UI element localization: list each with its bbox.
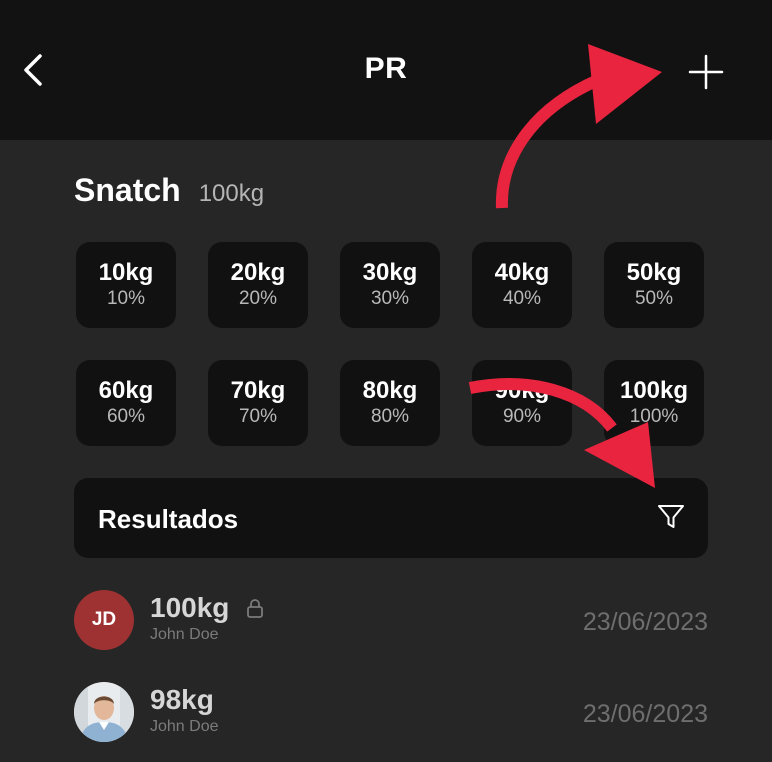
percentage-tile[interactable]: 60kg 60% — [76, 360, 176, 446]
percentage-tile[interactable]: 80kg 80% — [340, 360, 440, 446]
page-title: PR — [364, 52, 408, 85]
tile-percent: 10% — [106, 288, 146, 309]
result-weight: 98kg — [150, 684, 214, 715]
avatar — [74, 682, 134, 742]
tile-percent: 40% — [502, 288, 542, 309]
tile-percent: 80% — [370, 406, 410, 427]
percentage-tile[interactable]: 40kg 40% — [472, 242, 572, 328]
results-title: Resultados — [98, 504, 239, 534]
lift-name: Snatch — [74, 172, 181, 208]
plus-icon[interactable] — [688, 54, 724, 90]
result-user: John Doe — [150, 718, 219, 735]
filter-icon[interactable] — [656, 502, 686, 532]
tile-percent: 100% — [629, 406, 679, 427]
tile-weight: 10kg — [98, 259, 154, 286]
tile-weight: 100kg — [619, 377, 689, 404]
tile-percent: 90% — [502, 406, 542, 427]
tile-weight: 70kg — [230, 377, 286, 404]
result-user: John Doe — [150, 626, 219, 643]
lift-pr-value: 100kg — [198, 180, 265, 207]
avatar: JD — [74, 590, 134, 650]
percentage-tile[interactable]: 10kg 10% — [76, 242, 176, 328]
lock-icon — [247, 599, 263, 618]
tile-weight: 60kg — [98, 377, 154, 404]
tile-percent: 50% — [634, 288, 674, 309]
tile-percent: 20% — [238, 288, 278, 309]
tile-weight: 50kg — [626, 259, 682, 286]
top-bar: PR — [0, 0, 772, 140]
tile-weight: 80kg — [362, 377, 418, 404]
percentage-tile[interactable]: 90kg 90% — [472, 360, 572, 446]
percentage-tile[interactable]: 70kg 70% — [208, 360, 308, 446]
result-date: 23/06/2023 — [582, 608, 708, 636]
result-item[interactable]: JD 100kg John Doe 23/06/2023 — [74, 590, 708, 652]
result-item[interactable]: 98kg John Doe 23/06/2023 — [74, 682, 708, 744]
result-date: 23/06/2023 — [582, 700, 708, 728]
tile-weight: 40kg — [494, 259, 550, 286]
result-weight: 100kg — [150, 592, 230, 623]
percentage-tile[interactable]: 50kg 50% — [604, 242, 704, 328]
lift-heading: Snatch 100kg — [74, 172, 264, 209]
tile-percent: 70% — [238, 406, 278, 427]
tile-weight: 20kg — [230, 259, 286, 286]
percentage-tile[interactable]: 100kg 100% — [604, 360, 704, 446]
results-header: Resultados — [74, 478, 708, 558]
percentage-tile[interactable]: 30kg 30% — [340, 242, 440, 328]
percentage-tile[interactable]: 20kg 20% — [208, 242, 308, 328]
tile-percent: 30% — [370, 288, 410, 309]
tile-percent: 60% — [106, 406, 146, 427]
tile-weight: 90kg — [494, 377, 550, 404]
tile-weight: 30kg — [362, 259, 418, 286]
